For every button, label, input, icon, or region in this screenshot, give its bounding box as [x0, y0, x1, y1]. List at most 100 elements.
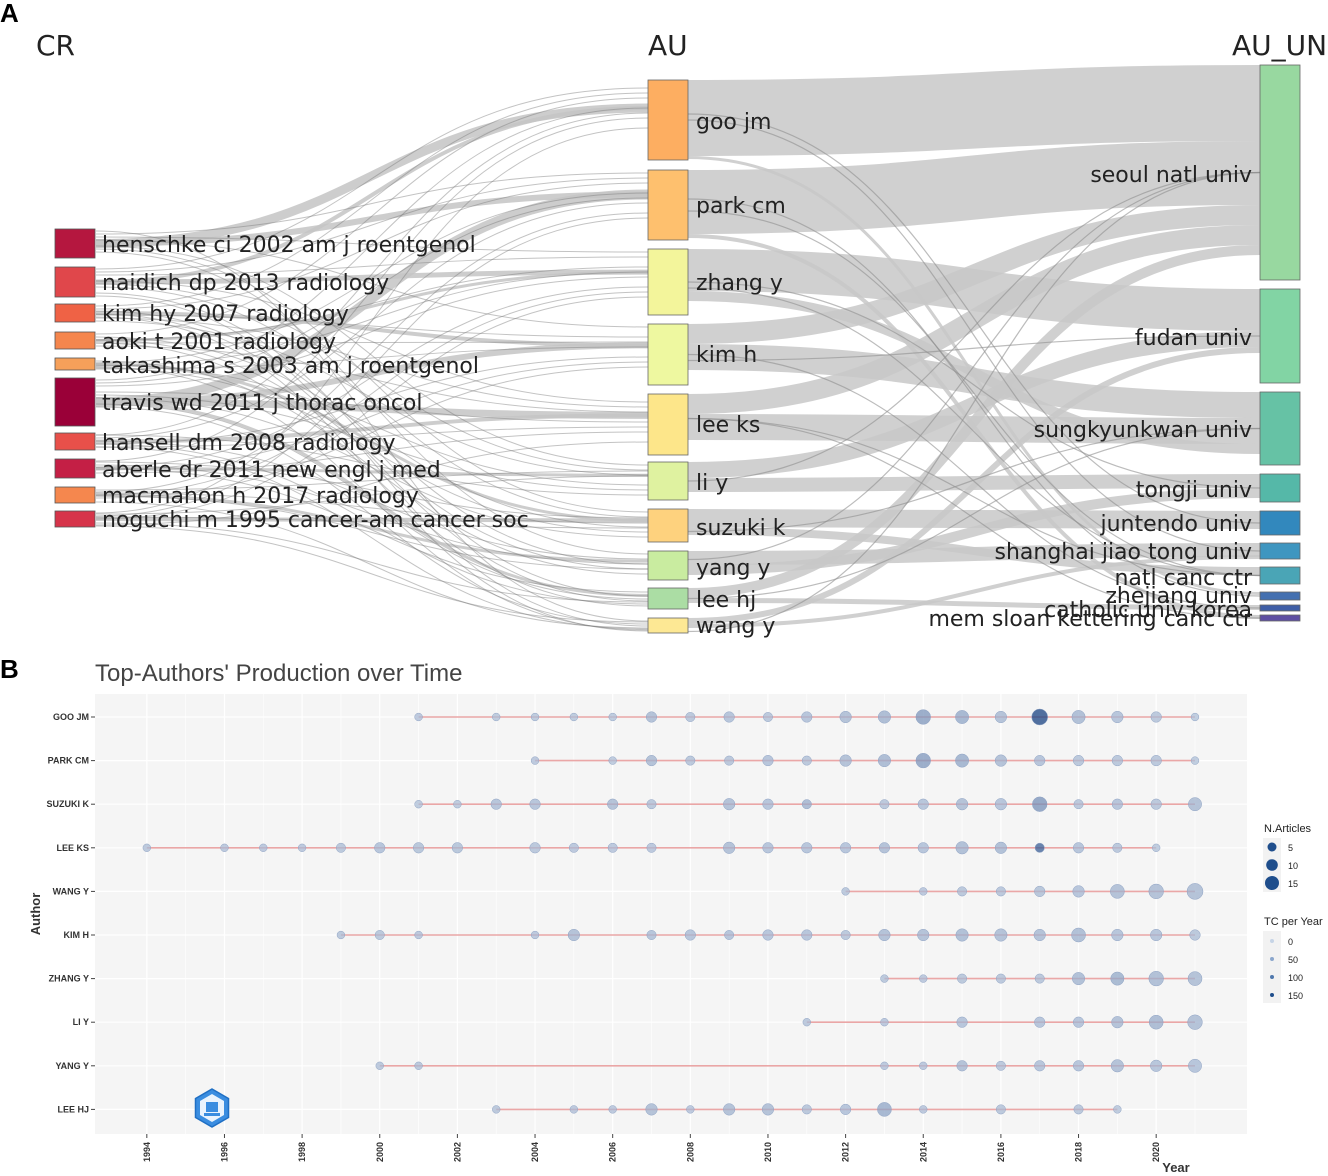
production-point — [414, 1061, 423, 1070]
production-point — [1190, 712, 1200, 722]
affiliation-node-label: fudan univ — [1135, 326, 1252, 351]
author-node-label: kim h — [696, 343, 757, 368]
production-point — [762, 755, 774, 767]
production-point — [724, 755, 735, 766]
reference-node — [54, 357, 96, 371]
production-point — [1188, 1058, 1202, 1073]
production-point — [724, 930, 735, 940]
color-legend-label: 150 — [1288, 991, 1303, 1001]
production-point — [917, 928, 930, 942]
production-point — [608, 712, 617, 722]
production-point — [763, 712, 773, 722]
production-point — [1110, 971, 1125, 986]
flow-au-to-affiliation — [687, 65, 1261, 156]
production-point — [1187, 971, 1203, 986]
column-title-cr: CR — [36, 29, 75, 62]
reference-node — [54, 486, 96, 504]
x-axis-ticks: 1994 1996 1998 2000 2002 2004 2006 2008 2010 2012… — [142, 1134, 1161, 1162]
production-point — [994, 754, 1007, 767]
author-node-label: goo jm — [696, 110, 771, 135]
production-point — [879, 799, 890, 810]
reference-node — [54, 377, 96, 427]
author-node — [647, 461, 689, 501]
author-tick-label: GOO JM — [53, 712, 89, 722]
reference-node — [54, 432, 96, 451]
author-node — [647, 617, 689, 634]
size-legend-title: N.Articles — [1264, 823, 1312, 835]
flow-reference-to-author — [95, 522, 649, 603]
production-point — [142, 843, 151, 852]
production-point — [762, 929, 774, 941]
production-point — [645, 755, 658, 767]
size-legend-label: 15 — [1288, 879, 1298, 889]
author-tick-label: YANG Y — [55, 1061, 89, 1071]
color-legend-label: 50 — [1288, 955, 1298, 965]
reference-node — [54, 510, 96, 528]
production-point — [801, 755, 812, 766]
production-point — [840, 842, 852, 854]
production-point — [917, 798, 929, 810]
affiliation-node — [1259, 542, 1301, 560]
production-point — [1034, 1060, 1046, 1072]
reference-node-label: travis wd 2011 j thorac oncol — [102, 391, 423, 416]
production-point — [259, 843, 268, 852]
production-point — [841, 887, 850, 896]
affiliation-node — [1259, 64, 1301, 281]
production-point — [995, 1104, 1006, 1115]
production-point — [1150, 928, 1163, 942]
production-point — [646, 842, 657, 853]
production-point — [723, 1103, 736, 1116]
year-tick-label: 1994 — [142, 1142, 152, 1162]
production-point — [451, 842, 463, 854]
production-point — [1150, 1059, 1163, 1072]
reference-node — [54, 458, 96, 479]
production-point — [919, 887, 928, 896]
production-point — [1110, 1059, 1124, 1073]
color-legend: TC per Year 0 50 100 150 — [1263, 916, 1323, 1003]
affiliation-node — [1259, 391, 1301, 466]
reference-node-label: aoki t 2001 radiology — [102, 330, 336, 355]
year-tick-label: 2002 — [452, 1142, 462, 1162]
production-point — [880, 974, 889, 983]
production-point — [877, 1102, 892, 1117]
production-point — [335, 842, 346, 853]
production-point — [1072, 842, 1085, 854]
production-point — [414, 930, 423, 940]
production-point — [995, 886, 1006, 897]
author-node — [647, 550, 689, 581]
author-node — [647, 248, 689, 316]
production-point — [1189, 929, 1201, 941]
reference-node — [54, 303, 96, 323]
production-point — [1111, 928, 1124, 942]
production-point — [956, 1060, 968, 1072]
author-tick-label: LEE KS — [56, 843, 89, 853]
production-point — [994, 798, 1007, 811]
reference-node-label: macmahon h 2017 radiology — [102, 484, 419, 509]
reference-node-label: aberle dr 2011 new engl j med — [102, 458, 441, 483]
production-point — [530, 930, 540, 940]
production-point — [1073, 799, 1084, 810]
author-tick-label: LEE HJ — [57, 1104, 89, 1114]
affiliation-node — [1259, 566, 1301, 585]
production-point — [878, 928, 891, 942]
production-point — [414, 800, 423, 809]
panel-a-letter: A — [0, 0, 19, 28]
x-axis-title: Year — [1162, 1160, 1189, 1175]
year-tick-label: 1998 — [297, 1142, 307, 1162]
production-point — [1031, 708, 1048, 726]
production-point — [1186, 883, 1204, 900]
production-point — [684, 929, 696, 941]
author-tick-label: PARK CM — [48, 756, 89, 766]
author-tick-label: SUZUKI K — [47, 799, 90, 809]
production-point — [915, 752, 931, 769]
production-point — [530, 756, 540, 765]
production-point — [530, 712, 540, 722]
production-point — [685, 755, 696, 766]
production-point — [1148, 883, 1164, 900]
reference-node-label: hansell dm 2008 radiology — [102, 431, 396, 456]
size-legend-key-5 — [1267, 842, 1277, 852]
column-title-au: AU — [648, 29, 688, 62]
production-point — [995, 1060, 1006, 1071]
year-tick-label: 2018 — [1074, 1142, 1084, 1162]
production-point — [840, 1103, 852, 1115]
